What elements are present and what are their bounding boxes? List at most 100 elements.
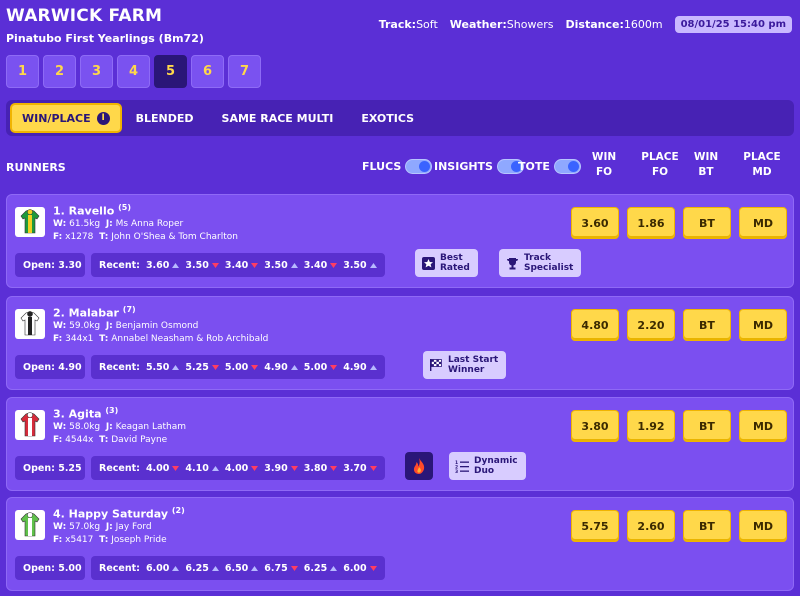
race-tab-3[interactable]: 3 — [80, 55, 113, 88]
place-fo-button[interactable]: 2.20 — [627, 309, 675, 341]
flucs-label: FLUCS — [362, 160, 402, 173]
runner-name[interactable]: 4. Happy Saturday (2) — [53, 506, 185, 521]
runner-card[interactable]: 4. Happy Saturday (2) W: 57.0kg J: Jay Fo… — [6, 497, 794, 591]
runner-form-trainer: F: x1278 T: John O'Shea & Tom Charlton — [53, 232, 238, 242]
race-tab-7[interactable]: 7 — [228, 55, 261, 88]
race-tab-1[interactable]: 1 — [6, 55, 39, 88]
place-fo-button[interactable]: 1.92 — [627, 410, 675, 442]
tab-win-place[interactable]: WIN/PLACE i — [10, 103, 122, 133]
race-header: WARWICK FARM Pinatubo First Yearlings (B… — [6, 4, 796, 54]
recent-price: 6.50 — [225, 563, 259, 574]
info-icon[interactable]: i — [96, 111, 110, 125]
recent-price: 4.00 — [225, 463, 259, 474]
open-price: Open: 5.25 — [15, 456, 85, 480]
svg-text:3: 3 — [455, 469, 458, 473]
flucs-toggle[interactable] — [405, 159, 433, 174]
runner-card[interactable]: 3. Agita (3) W: 58.0kg J: Keagan Latham F:… — [6, 397, 794, 491]
recent-price: 5.25 — [185, 362, 219, 373]
insight-badge[interactable]: Last Start Winner — [423, 351, 507, 379]
win-fo-button[interactable]: 5.75 — [571, 510, 619, 542]
place-md-button[interactable]: MD — [739, 309, 787, 341]
recent-price: 3.50 — [264, 260, 298, 271]
runner-card[interactable]: 1. Ravello (5) W: 61.5kg J: Ms Anna Roper… — [6, 194, 794, 288]
win-bt-button[interactable]: BT — [683, 309, 731, 341]
race-datetime: 08/01/25 15:40 pm — [674, 16, 792, 33]
race-tab-5[interactable]: 5 — [154, 55, 187, 88]
race-meta: Track:Soft Weather:Showers Distance:1600… — [379, 16, 792, 33]
chequered-flag-icon — [429, 358, 443, 372]
win-fo-button[interactable]: 4.80 — [571, 309, 619, 341]
jockey-silks-icon — [15, 510, 45, 540]
tab-exotics[interactable]: EXOTICS — [347, 100, 428, 136]
recent-price: 3.40 — [225, 260, 259, 271]
recent-price: 6.25 — [304, 563, 338, 574]
trophy-icon — [505, 256, 519, 270]
runner-form-trainer: F: x5417 T: Joseph Pride — [53, 535, 167, 545]
arrow-down-icon — [330, 463, 338, 474]
recent-price: 5.50 — [146, 362, 180, 373]
star-icon — [421, 256, 435, 270]
barrier: (3) — [105, 406, 119, 415]
barrier: (5) — [118, 203, 132, 212]
arrow-down-icon — [330, 362, 338, 373]
arrow-down-icon — [369, 563, 377, 574]
recent-price: 4.90 — [343, 362, 377, 373]
place-fo-button[interactable]: 1.86 — [627, 207, 675, 239]
arrow-down-icon — [290, 563, 298, 574]
fire-icon[interactable] — [405, 452, 433, 480]
win-fo-button[interactable]: 3.60 — [571, 207, 619, 239]
recent-prices: Recent: 5.50 5.25 5.00 4.90 5.00 4.90 — [91, 355, 385, 379]
runner-card[interactable]: 2. Malabar (7) W: 59.0kg J: Benjamin Osmo… — [6, 296, 794, 390]
runner-form-trainer: F: 344x1 T: Annabel Neasham & Rob Archib… — [53, 334, 269, 344]
recent-price: 3.60 — [146, 260, 180, 271]
place-md-button[interactable]: MD — [739, 207, 787, 239]
barrier: (2) — [171, 506, 185, 515]
runner-weight-jockey: W: 58.0kg J: Keagan Latham — [53, 422, 186, 432]
win-fo-button[interactable]: 3.80 — [571, 410, 619, 442]
race-tab-4[interactable]: 4 — [117, 55, 150, 88]
tab-blended[interactable]: BLENDED — [122, 100, 208, 136]
race-tab-2[interactable]: 2 — [43, 55, 76, 88]
runner-name[interactable]: 1. Ravello (5) — [53, 203, 131, 218]
win-bt-button[interactable]: BT — [683, 510, 731, 542]
runner-name[interactable]: 3. Agita (3) — [53, 406, 118, 421]
flucs-toggle-group: FLUCS — [362, 159, 433, 174]
runners-heading: RUNNERS — [6, 161, 66, 174]
col-head-place-md: PLACE MD — [743, 151, 781, 178]
insight-badge[interactable]: Track Specialist — [499, 249, 582, 277]
arrow-up-icon — [290, 260, 298, 271]
insights-toggle-group: INSIGHTS — [434, 159, 524, 174]
runner-name[interactable]: 2. Malabar (7) — [53, 305, 136, 320]
tab-win-place-label: WIN/PLACE — [22, 111, 91, 125]
runner-weight-jockey: W: 57.0kg J: Jay Ford — [53, 522, 152, 532]
arrow-up-icon — [172, 362, 180, 373]
recent-prices: Recent: 6.00 6.25 6.50 6.75 6.25 6.00 — [91, 556, 385, 580]
arrow-down-icon — [251, 362, 259, 373]
place-md-button[interactable]: MD — [739, 410, 787, 442]
insight-badge[interactable]: Best Rated — [415, 249, 478, 277]
runner-form-trainer: F: 4544x T: David Payne — [53, 435, 168, 445]
insights-label: INSIGHTS — [434, 160, 493, 173]
place-fo-button[interactable]: 2.60 — [627, 510, 675, 542]
place-md-button[interactable]: MD — [739, 510, 787, 542]
track-info: Track:Soft — [378, 18, 438, 31]
open-price: Open: 4.90 — [15, 355, 85, 379]
recent-price: 6.25 — [185, 563, 219, 574]
barrier: (7) — [122, 305, 136, 314]
win-bt-button[interactable]: BT — [683, 207, 731, 239]
tab-same-race-multi[interactable]: SAME RACE MULTI — [208, 100, 348, 136]
race-tab-6[interactable]: 6 — [191, 55, 224, 88]
arrow-up-icon — [369, 362, 377, 373]
recent-prices: Recent: 3.60 3.50 3.40 3.50 3.40 3.50 — [91, 253, 385, 277]
arrow-up-icon — [290, 362, 298, 373]
recent-price: 3.70 — [343, 463, 377, 474]
runners-toolbar: RUNNERS FLUCS INSIGHTS TOTE WIN FO PLACE F… — [6, 148, 796, 184]
arrow-up-icon — [172, 260, 180, 271]
race-number-tabs: 1 2 3 4 5 6 7 — [6, 55, 261, 88]
distance-info: Distance:1600m — [565, 18, 663, 31]
win-bt-button[interactable]: BT — [683, 410, 731, 442]
tote-label: TOTE — [518, 160, 550, 173]
insight-badge[interactable]: 1 2 3 Dynamic Duo — [449, 452, 526, 480]
jockey-silks-icon — [15, 207, 45, 237]
recent-price: 4.10 — [185, 463, 219, 474]
